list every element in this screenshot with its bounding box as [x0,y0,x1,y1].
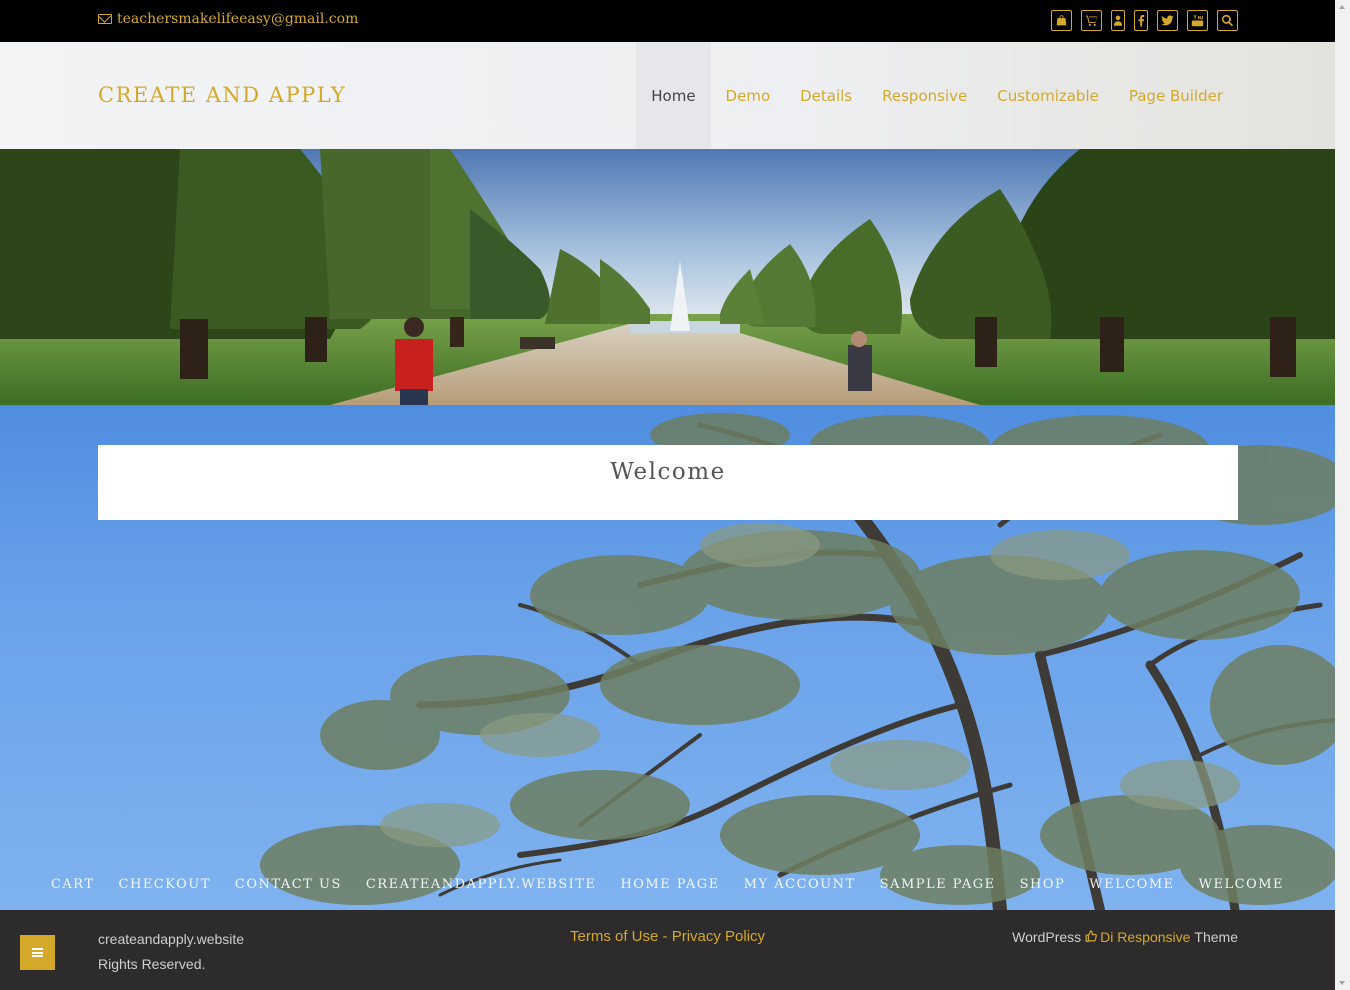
footer-menu-item-home-page[interactable]: HOME PAGE [620,877,719,892]
copyright-text: createandapply.website Rights Reserved. [98,927,244,977]
footer-menu-item-welcome[interactable]: WELCOME [1089,877,1174,892]
nav-item-customizable[interactable]: Customizable [982,42,1114,149]
welcome-panel: Welcome [98,445,1238,520]
search-icon[interactable] [1217,10,1238,31]
theme-credit: WordPress Di Responsive Theme [1012,929,1238,945]
footer-menu-item-sample-page[interactable]: SAMPLE PAGE [880,877,996,892]
nav-item-page-builder[interactable]: Page Builder [1114,42,1238,149]
footer-menu-item-cart[interactable]: CART [51,877,95,892]
page-title: Welcome [610,459,726,485]
page-scrollbar[interactable] [1335,0,1350,990]
credit-suffix: Theme [1194,929,1238,945]
footer-menu: CART CHECKOUT CONTACT US CREATEANDAPPLY.… [0,877,1335,892]
facebook-icon[interactable] [1134,10,1148,31]
site-header: CREATE AND APPLY Home Demo Details Respo… [0,42,1335,149]
theme-link[interactable]: Di Responsive [1085,929,1190,945]
footer-legal-links: Terms of Use - Privacy Policy [570,927,765,947]
hamburger-icon [32,948,43,957]
site-title-link[interactable]: CREATE AND APPLY [98,83,346,107]
nav-item-home[interactable]: Home [636,42,711,149]
link-separator: - [658,928,672,945]
nav-item-demo[interactable]: Demo [711,42,786,149]
footer-menu-item-shop[interactable]: SHOP [1020,877,1066,892]
main-navigation: Home Demo Details Responsive Customizabl… [636,42,1238,149]
footer-menu-item-welcome-2[interactable]: WELCOME [1199,877,1284,892]
user-icon[interactable] [1111,10,1125,31]
envelope-icon [98,14,112,24]
scroll-up-arrow-icon[interactable] [1339,5,1345,9]
top-bar: teachersmakelifeeasy@gmail.com [0,0,1335,42]
thumbs-up-icon [1085,929,1098,945]
park-scene-image [0,149,1335,405]
cart-icon[interactable] [1081,10,1102,31]
nav-item-details[interactable]: Details [785,42,867,149]
youtube-icon[interactable] [1187,10,1208,31]
twitter-icon[interactable] [1157,10,1178,31]
mobile-menu-button[interactable] [20,935,55,970]
header-banner-image [0,149,1335,405]
footer-menu-item-checkout[interactable]: CHECKOUT [119,877,211,892]
social-icons [1051,10,1238,31]
shopping-bag-icon[interactable] [1051,10,1072,31]
theme-link-text: Di Responsive [1100,929,1191,945]
terms-of-use-link[interactable]: Terms of Use [570,928,658,945]
nav-item-responsive[interactable]: Responsive [867,42,982,149]
privacy-policy-link[interactable]: Privacy Policy [672,928,765,945]
footer-menu-item-createandapply-website[interactable]: CREATEANDAPPLY.WEBSITE [366,877,597,892]
footer-menu-item-contact-us[interactable]: CONTACT US [235,877,342,892]
footer-menu-item-my-account[interactable]: MY ACCOUNT [744,877,856,892]
contact-email-text: teachersmakelifeeasy@gmail.com [117,11,359,27]
contact-email-link[interactable]: teachersmakelifeeasy@gmail.com [98,11,358,27]
site-footer: createandapply.website Rights Reserved. … [0,910,1335,990]
copyright-line-1: createandapply.website [98,931,245,947]
page: teachersmakelifeeasy@gmail.com CREATE AN… [0,0,1335,990]
scroll-down-arrow-icon[interactable] [1339,981,1345,985]
credit-prefix: WordPress [1012,929,1082,945]
copyright-line-2: Rights Reserved. [98,956,206,972]
